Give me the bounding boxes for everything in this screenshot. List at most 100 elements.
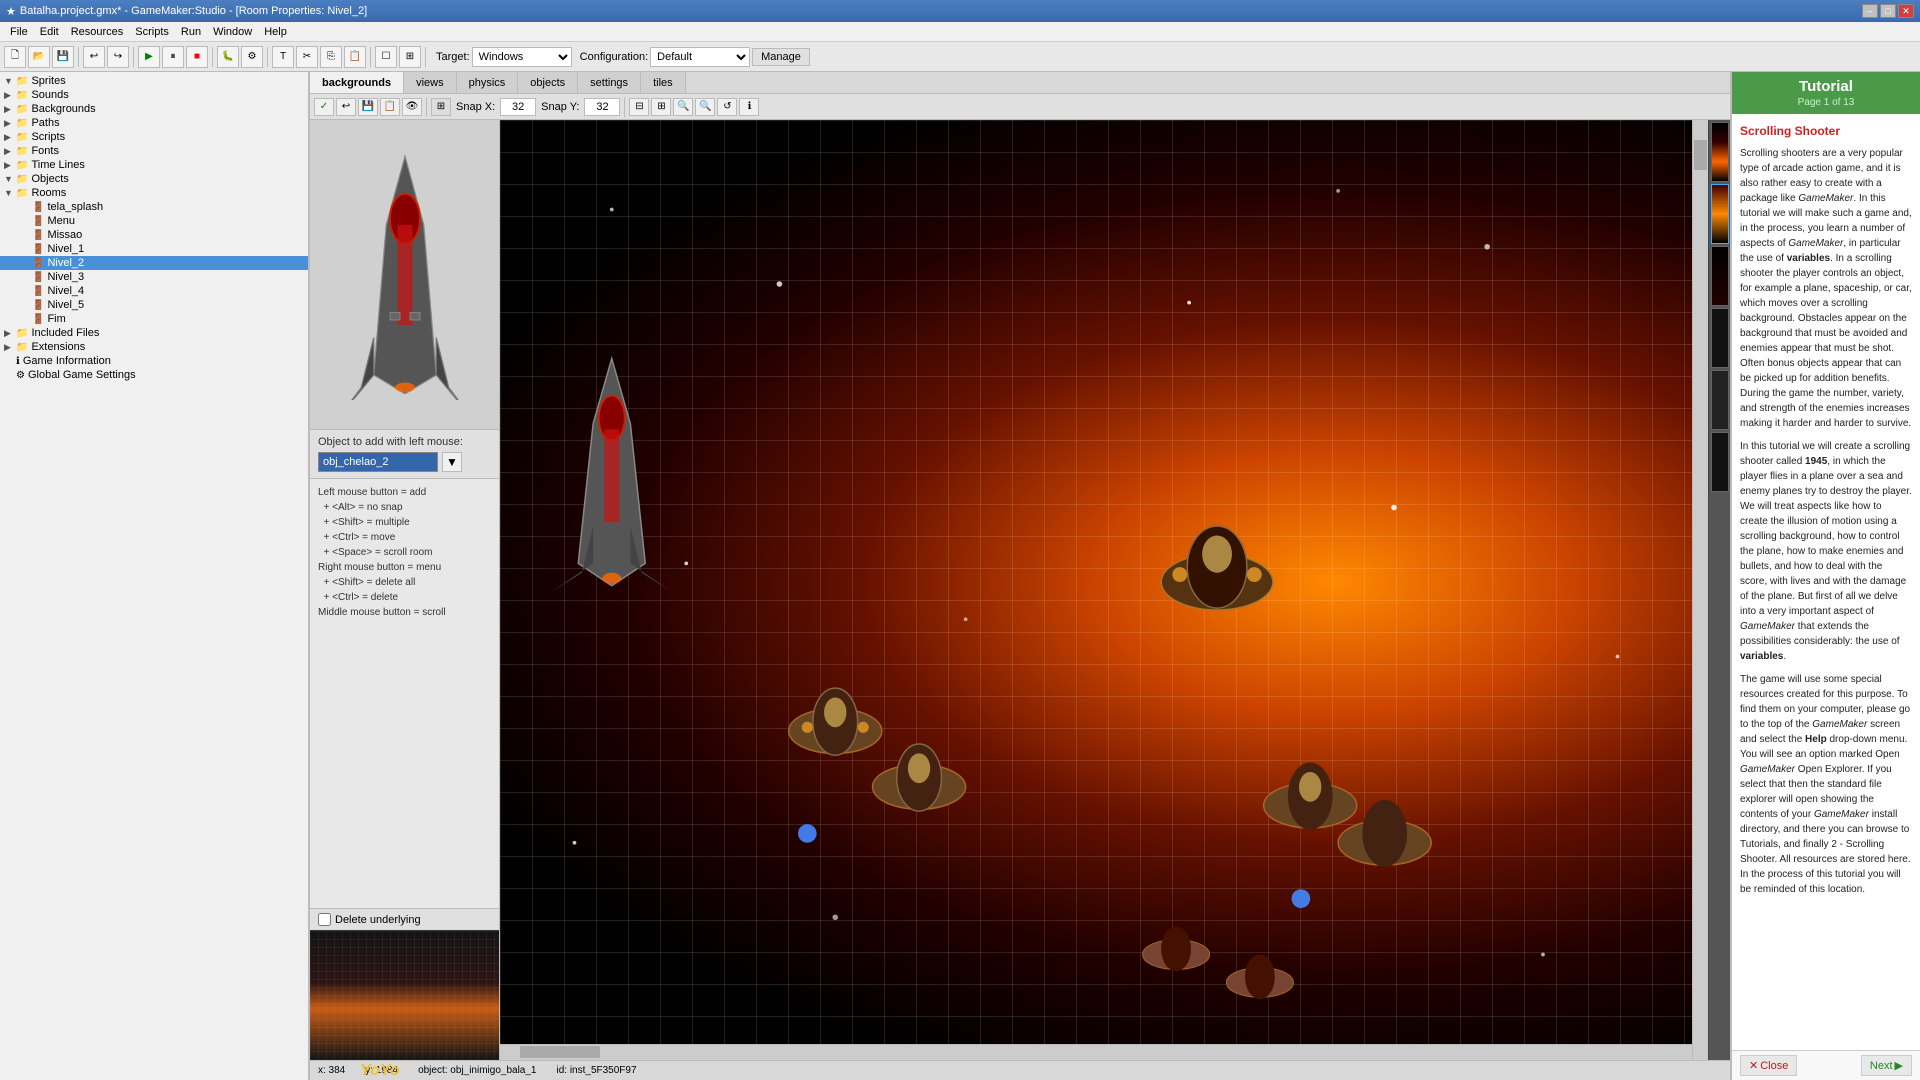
thumb-3[interactable] bbox=[1711, 246, 1729, 306]
tree-item-global-game-settings[interactable]: ⚙Global Game Settings bbox=[0, 368, 308, 382]
thumb-6[interactable] bbox=[1711, 432, 1729, 492]
tree-item-objects[interactable]: ▼📁Objects bbox=[0, 172, 308, 186]
tutorial-footer: ✕ Close Next ▶ bbox=[1732, 1050, 1920, 1080]
room-tb-zoom-out[interactable]: 🔍 bbox=[695, 98, 715, 116]
tree-item-included-files[interactable]: ▶📁Included Files bbox=[0, 326, 308, 340]
close-button[interactable]: ✕ bbox=[1898, 4, 1914, 18]
tab-tiles[interactable]: tiles bbox=[641, 72, 686, 93]
tree-item-missao[interactable]: 🚪Missao bbox=[0, 228, 308, 242]
room-tb-grid-v[interactable]: ⊟ bbox=[629, 98, 649, 116]
horizontal-scrollbar[interactable] bbox=[500, 1044, 1692, 1060]
object-name-input[interactable] bbox=[318, 452, 438, 472]
toolbar-save[interactable]: 💾 bbox=[52, 46, 74, 68]
toolbar-redo[interactable]: ↪ bbox=[107, 46, 129, 68]
room-tb-grid-h[interactable]: ⊞ bbox=[651, 98, 671, 116]
tree-label: Nivel_2 bbox=[47, 257, 84, 269]
toolbar-pause[interactable]: ⏸ bbox=[162, 46, 184, 68]
info-icon: ℹ bbox=[16, 356, 20, 367]
room-tb-info[interactable]: ℹ bbox=[739, 98, 759, 116]
tutorial-close-button[interactable]: ✕ Close bbox=[1740, 1055, 1797, 1076]
target-combo[interactable]: Windows bbox=[472, 47, 572, 67]
middle-panel: backgrounds views physics objects settin… bbox=[310, 72, 1730, 1080]
room-tb-check[interactable]: ✓ bbox=[314, 98, 334, 116]
toolbar-build[interactable]: ⚙ bbox=[241, 46, 263, 68]
small-enemy-2 bbox=[1226, 955, 1293, 1000]
room-tb-reset[interactable]: ↺ bbox=[717, 98, 737, 116]
toolbar-grid[interactable]: ⊞ bbox=[399, 46, 421, 68]
instr-ctrl: + <Ctrl> = move bbox=[318, 530, 491, 545]
menu-scripts[interactable]: Scripts bbox=[129, 24, 175, 40]
tree-item-nivel_1[interactable]: 🚪Nivel_1 bbox=[0, 242, 308, 256]
tree-item-nivel_5[interactable]: 🚪Nivel_5 bbox=[0, 298, 308, 312]
thumb-5[interactable] bbox=[1711, 370, 1729, 430]
toolbar-play[interactable]: ▶ bbox=[138, 46, 160, 68]
folder-icon: 📁 bbox=[16, 328, 28, 339]
room-tb-eye[interactable]: 👁 bbox=[402, 98, 422, 116]
snap-x-input[interactable] bbox=[500, 98, 536, 116]
toolbar-new[interactable]: 🗋 bbox=[4, 46, 26, 68]
menu-window[interactable]: Window bbox=[207, 24, 258, 40]
instr-alt: + <Alt> = no snap bbox=[318, 500, 491, 515]
tree-item-rooms[interactable]: ▼📁Rooms bbox=[0, 186, 308, 200]
tree-item-fonts[interactable]: ▶📁Fonts bbox=[0, 144, 308, 158]
toolbar-copy[interactable]: ⎘ bbox=[320, 46, 342, 68]
tab-backgrounds[interactable]: backgrounds bbox=[310, 72, 404, 93]
tree-item-fim[interactable]: 🚪Fim bbox=[0, 312, 308, 326]
tree-item-extensions[interactable]: ▶📁Extensions bbox=[0, 340, 308, 354]
toolbar-undo[interactable]: ↩ bbox=[83, 46, 105, 68]
tree-item-paths[interactable]: ▶📁Paths bbox=[0, 116, 308, 130]
room-tb-save[interactable]: 💾 bbox=[358, 98, 378, 116]
room-tb-snap-toggle[interactable]: ⊞ bbox=[431, 98, 451, 116]
tutorial-next-button[interactable]: Next ▶ bbox=[1861, 1055, 1912, 1076]
menu-resources[interactable]: Resources bbox=[65, 24, 130, 40]
thumb-2[interactable] bbox=[1711, 184, 1729, 244]
toolbar-debug[interactable]: 🐛 bbox=[217, 46, 239, 68]
room-tb-undo[interactable]: ↩ bbox=[336, 98, 356, 116]
toolbar-select-all[interactable]: ☐ bbox=[375, 46, 397, 68]
tree-item-nivel_2[interactable]: 🚪Nivel_2 bbox=[0, 256, 308, 270]
minimap[interactable] bbox=[310, 930, 499, 1060]
tree-item-tela_splash[interactable]: 🚪tela_splash bbox=[0, 200, 308, 214]
tab-settings[interactable]: settings bbox=[578, 72, 641, 93]
menu-file[interactable]: File bbox=[4, 24, 34, 40]
toolbar-cut[interactable]: ✂ bbox=[296, 46, 318, 68]
thumb-4[interactable] bbox=[1711, 308, 1729, 368]
tab-physics[interactable]: physics bbox=[457, 72, 519, 93]
status-id: id: inst_5F350F97 bbox=[556, 1065, 636, 1076]
left-panel: ▼📁Sprites▶📁Sounds▶📁Backgrounds▶📁Paths▶📁S… bbox=[0, 72, 310, 1080]
room-tb-zoom-in[interactable]: 🔍 bbox=[673, 98, 693, 116]
tutorial-para-1: Scrolling shooters are a very popular ty… bbox=[1740, 146, 1912, 431]
tab-objects[interactable]: objects bbox=[518, 72, 578, 93]
toolbar-paste[interactable]: 📋 bbox=[344, 46, 366, 68]
object-select-button[interactable]: ▼ bbox=[442, 452, 462, 472]
tree-item-backgrounds[interactable]: ▶📁Backgrounds bbox=[0, 102, 308, 116]
menu-edit[interactable]: Edit bbox=[34, 24, 65, 40]
menu-help[interactable]: Help bbox=[258, 24, 293, 40]
tree-item-nivel_4[interactable]: 🚪Nivel_4 bbox=[0, 284, 308, 298]
manage-button[interactable]: Manage bbox=[752, 48, 810, 66]
room-canvas[interactable] bbox=[500, 120, 1708, 1060]
maximize-button[interactable]: □ bbox=[1880, 4, 1896, 18]
instr-mmb: Middle mouse button = scroll bbox=[318, 605, 491, 620]
config-combo[interactable]: Default bbox=[650, 47, 750, 67]
tree-item-nivel_3[interactable]: 🚪Nivel_3 bbox=[0, 270, 308, 284]
minimize-button[interactable]: – bbox=[1862, 4, 1878, 18]
menu-run[interactable]: Run bbox=[175, 24, 207, 40]
tree-item-game-information[interactable]: ℹGame Information bbox=[0, 354, 308, 368]
tab-views[interactable]: views bbox=[404, 72, 457, 93]
tree-item-sounds[interactable]: ▶📁Sounds bbox=[0, 88, 308, 102]
vertical-scrollbar[interactable] bbox=[1692, 120, 1708, 1060]
thumb-1[interactable] bbox=[1711, 122, 1729, 182]
tree-item-scripts[interactable]: ▶📁Scripts bbox=[0, 130, 308, 144]
toolbar-stop[interactable]: ■ bbox=[186, 46, 208, 68]
next-label: Next bbox=[1870, 1060, 1893, 1072]
toolbar-open[interactable]: 📂 bbox=[28, 46, 50, 68]
room-tb-something[interactable]: 📋 bbox=[380, 98, 400, 116]
tree-item-sprites[interactable]: ▼📁Sprites bbox=[0, 74, 308, 88]
toolbar-options[interactable]: T bbox=[272, 46, 294, 68]
tree-item-time-lines[interactable]: ▶📁Time Lines bbox=[0, 158, 308, 172]
tree-item-menu[interactable]: 🚪Menu bbox=[0, 214, 308, 228]
snap-y-input[interactable] bbox=[584, 98, 620, 116]
delete-underlying-checkbox[interactable] bbox=[318, 913, 331, 926]
spaceship-preview bbox=[340, 150, 470, 400]
